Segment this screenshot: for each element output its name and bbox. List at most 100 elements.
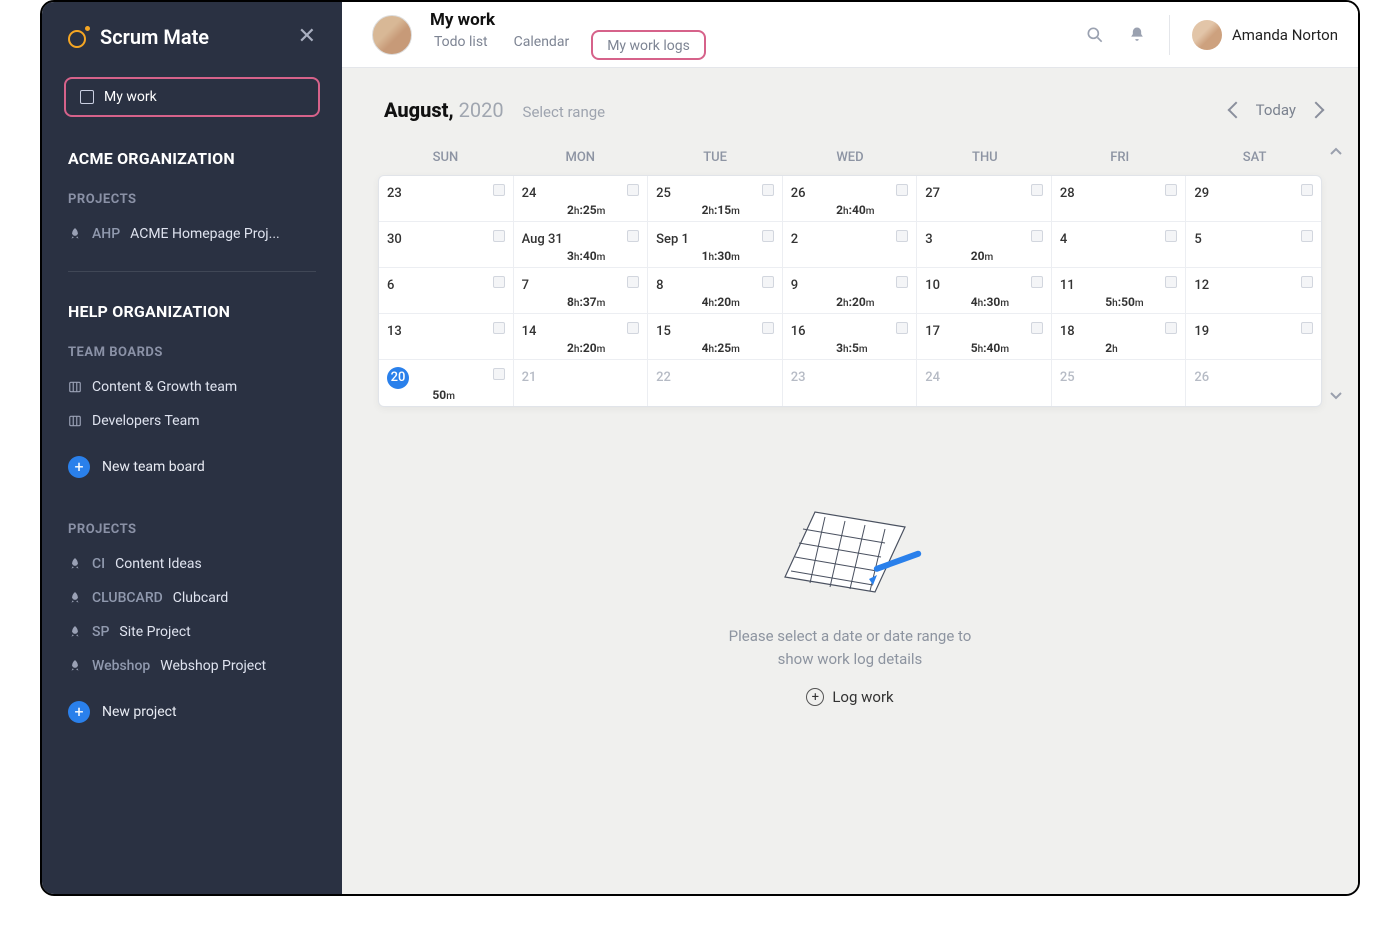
day-duration: 4h:25m [702,341,740,355]
day-checkbox[interactable] [762,230,774,242]
day-checkbox[interactable] [1301,276,1313,288]
plus-icon: + [68,456,90,478]
calendar-cell[interactable]: 29 [1186,176,1321,222]
calendar-cell[interactable]: 24 2h:25m [514,176,649,222]
calendar-cell[interactable]: 15 4h:25m [648,314,783,360]
calendar-cell[interactable]: 6 [379,268,514,314]
day-duration: 2h:40m [836,203,874,217]
team-board-item[interactable]: Developers Team [60,404,324,438]
calendar-cell[interactable]: 23 [783,360,918,406]
calendar-cell[interactable]: 20 50m [379,360,514,406]
project-item[interactable]: WebshopWebshop Project [60,649,324,683]
nav-my-work[interactable]: My work [64,77,320,117]
day-checkbox[interactable] [896,276,908,288]
scroll-up-button[interactable] [1328,144,1344,160]
day-checkbox[interactable] [1031,322,1043,334]
project-item[interactable]: CLUBCARDClubcard [60,581,324,615]
day-checkbox[interactable] [1165,184,1177,196]
day-checkbox[interactable] [627,276,639,288]
day-checkbox[interactable] [627,322,639,334]
log-work-button[interactable]: + Log work [806,688,893,706]
calendar-cell[interactable]: 28 [1052,176,1187,222]
project-item[interactable]: AHPACME Homepage Proj... [60,217,324,251]
calendar-cell[interactable]: 26 2h:40m [783,176,918,222]
calendar-cell[interactable]: 22 [648,360,783,406]
day-checkbox[interactable] [493,184,505,196]
day-checkbox[interactable] [627,184,639,196]
calendar-cell[interactable]: 30 [379,222,514,268]
calendar-cell[interactable]: 9 2h:20m [783,268,918,314]
team-board-item[interactable]: Content & Growth team [60,370,324,404]
day-checkbox[interactable] [1031,184,1043,196]
day-checkbox[interactable] [762,322,774,334]
select-range-button[interactable]: Select range [523,103,606,121]
calendar-cell[interactable]: 25 [1052,360,1187,406]
day-checkbox[interactable] [896,184,908,196]
user-menu[interactable]: Amanda Norton [1169,15,1338,55]
calendar-cell[interactable]: 25 2h:15m [648,176,783,222]
calendar-cell[interactable]: 16 3h:5m [783,314,918,360]
tab-todo list[interactable]: Todo list [430,32,492,60]
calendar-cell[interactable]: 14 2h:20m [514,314,649,360]
day-checkbox[interactable] [1165,230,1177,242]
day-checkbox[interactable] [896,322,908,334]
day-checkbox[interactable] [762,184,774,196]
new-project-button[interactable]: + New project [60,691,324,733]
day-checkbox[interactable] [1165,322,1177,334]
tab-my work logs[interactable]: My work logs [591,30,706,60]
workspace-avatar[interactable] [372,15,412,55]
calendar-cell[interactable]: 12 [1186,268,1321,314]
day-checkbox[interactable] [1301,230,1313,242]
day-checkbox[interactable] [1301,184,1313,196]
calendar-cell[interactable]: 23 [379,176,514,222]
calendar-cell[interactable]: 5 [1186,222,1321,268]
logo-icon [68,26,90,48]
calendar-cell[interactable]: 2 [783,222,918,268]
day-checkbox[interactable] [762,276,774,288]
new-team-board-button[interactable]: + New team board [60,446,324,488]
day-checkbox[interactable] [1031,230,1043,242]
topbar: My work Todo listCalendarMy work logs Am… [342,2,1358,68]
project-item[interactable]: CIContent Ideas [60,547,324,581]
day-duration: 20m [971,249,994,263]
search-icon[interactable] [1085,25,1105,45]
day-checkbox[interactable] [1031,276,1043,288]
day-checkbox[interactable] [896,230,908,242]
day-checkbox[interactable] [627,230,639,242]
calendar-cell[interactable]: 8 4h:20m [648,268,783,314]
day-checkbox[interactable] [1301,322,1313,334]
calendar-cell[interactable]: 18 2h [1052,314,1187,360]
app-logo[interactable]: Scrum Mate [68,25,209,49]
bell-icon[interactable] [1127,25,1147,45]
day-checkbox[interactable] [493,230,505,242]
projects-heading-2: PROJECTS [42,492,342,543]
calendar-cell[interactable]: 3 20m [917,222,1052,268]
calendar-cell[interactable]: 21 [514,360,649,406]
calendar-cell[interactable]: 10 4h:30m [917,268,1052,314]
calendar-cell[interactable]: 27 [917,176,1052,222]
calendar-cell[interactable]: Aug 31 3h:40m [514,222,649,268]
day-number: 7 [522,278,529,293]
calendar-cell[interactable]: 4 [1052,222,1187,268]
tab-calendar[interactable]: Calendar [510,32,574,60]
calendar-cell[interactable]: Sep 1 1h:30m [648,222,783,268]
calendar-cell[interactable]: 7 8h:37m [514,268,649,314]
today-button[interactable]: Today [1256,101,1296,119]
calendar-cell[interactable]: 17 5h:40m [917,314,1052,360]
day-number: 8 [656,278,663,293]
calendar-cell[interactable]: 26 [1186,360,1321,406]
close-icon[interactable]: ✕ [298,24,316,49]
scroll-down-button[interactable] [1328,387,1344,403]
day-checkbox[interactable] [493,368,505,380]
day-checkbox[interactable] [493,322,505,334]
calendar-cell[interactable]: 24 [917,360,1052,406]
day-number: 26 [791,186,806,201]
calendar-cell[interactable]: 13 [379,314,514,360]
calendar-cell[interactable]: 19 [1186,314,1321,360]
project-item[interactable]: SPSite Project [60,615,324,649]
day-checkbox[interactable] [493,276,505,288]
prev-period-button[interactable] [1227,102,1244,119]
calendar-cell[interactable]: 11 5h:50m [1052,268,1187,314]
next-period-button[interactable] [1308,102,1325,119]
day-checkbox[interactable] [1165,276,1177,288]
